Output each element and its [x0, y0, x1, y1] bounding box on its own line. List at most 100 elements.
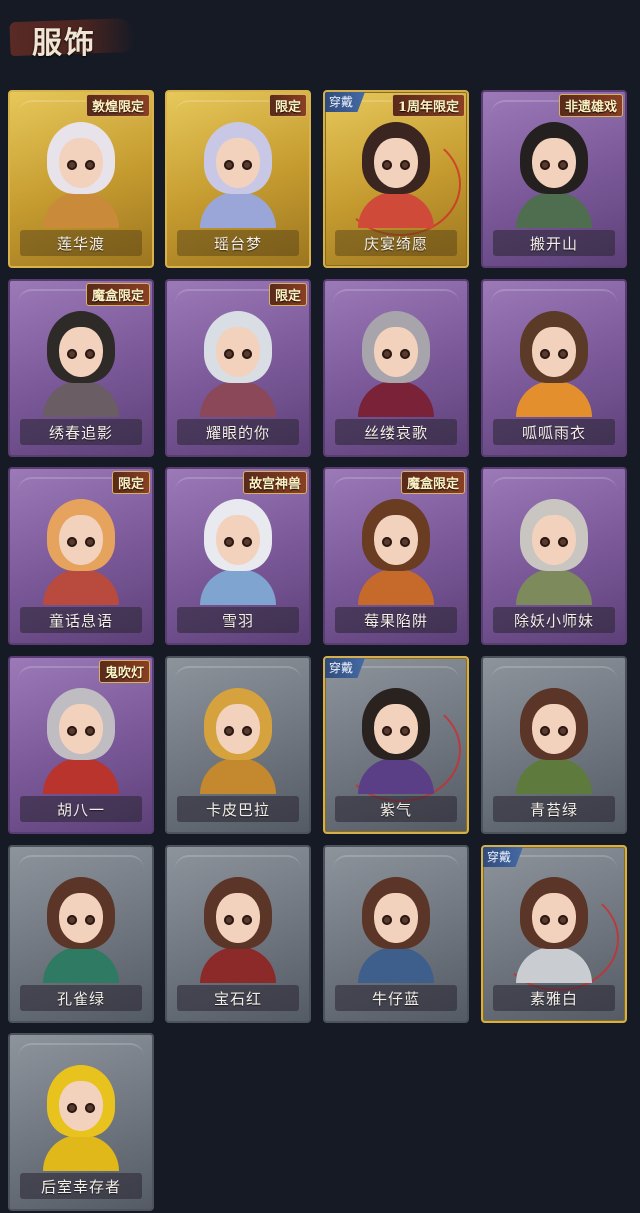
portrait-eye: [558, 726, 568, 736]
portrait-outfit: [200, 569, 276, 605]
outfit-name: 呱呱雨衣: [521, 423, 586, 442]
portrait-eye: [400, 726, 410, 736]
character-portrait: [35, 495, 127, 605]
limited-badge: 敦煌限定: [85, 94, 150, 117]
outfit-card[interactable]: 限定 瑶台梦: [165, 90, 311, 268]
portrait-eye: [67, 160, 77, 170]
outfit-name: 瑶台梦: [213, 234, 262, 253]
outfit-card[interactable]: 后室幸存者: [8, 1033, 154, 1211]
outfit-name: 紫气: [379, 800, 412, 819]
portrait-eye: [558, 160, 568, 170]
portrait-eye: [242, 160, 252, 170]
portrait-eye: [242, 349, 252, 359]
limited-badge: 限定: [268, 283, 307, 306]
outfit-name-bar: 青苔绿: [493, 796, 615, 822]
outfit-name: 搬开山: [529, 234, 578, 253]
portrait-eye: [558, 915, 568, 925]
portrait-eye: [85, 537, 95, 547]
portrait-face: [532, 138, 576, 188]
portrait-eye: [540, 537, 550, 547]
outfit-card[interactable]: 魔盒限定 莓果陷阱: [323, 467, 469, 645]
outfit-name-bar: 丝缕哀歌: [335, 419, 457, 445]
outfit-name-bar: 素雅白: [493, 985, 615, 1011]
portrait-eye: [224, 915, 234, 925]
portrait-outfit: [358, 947, 434, 983]
portrait-outfit: [516, 192, 592, 228]
outfit-card[interactable]: 穿戴 紫气: [323, 656, 469, 834]
character-portrait: [35, 307, 127, 417]
outfit-name-bar: 耀眼的你: [177, 419, 299, 445]
portrait-face: [59, 515, 103, 565]
outfit-name-bar: 宝石红: [177, 985, 299, 1011]
portrait-face: [216, 138, 260, 188]
portrait-face: [59, 704, 103, 754]
portrait-face: [59, 893, 103, 943]
portrait-eye: [242, 726, 252, 736]
outfit-card[interactable]: 宝石红: [165, 845, 311, 1023]
outfit-name-bar: 庆宴绮愿: [335, 230, 457, 256]
portrait-eye: [400, 915, 410, 925]
portrait-face: [59, 138, 103, 188]
outfit-card[interactable]: 孔雀绿: [8, 845, 154, 1023]
portrait-eye: [382, 349, 392, 359]
outfit-name: 绣春追影: [48, 423, 113, 442]
outfit-card[interactable]: 敦煌限定莲华渡: [8, 90, 154, 268]
outfit-card[interactable]: 丝缕哀歌: [323, 279, 469, 457]
outfit-card[interactable]: 魔盒限定绣春追影: [8, 279, 154, 457]
outfit-card[interactable]: 限定童话息语: [8, 467, 154, 645]
portrait-face: [59, 327, 103, 377]
limited-badge: 魔盒限定: [400, 471, 465, 494]
limited-badge: 限定: [111, 471, 150, 494]
portrait-eye: [67, 537, 77, 547]
portrait-outfit: [43, 569, 119, 605]
portrait-eye: [67, 915, 77, 925]
character-portrait: [350, 118, 442, 228]
portrait-face: [216, 893, 260, 943]
character-portrait: [350, 307, 442, 417]
portrait-outfit: [200, 192, 276, 228]
outfit-name: 童话息语: [48, 611, 113, 630]
character-portrait: [35, 873, 127, 983]
portrait-eye: [85, 349, 95, 359]
outfit-name-bar: 牛仔蓝: [335, 985, 457, 1011]
outfit-card[interactable]: 非遗雄戏 搬开山: [481, 90, 627, 268]
portrait-face: [374, 893, 418, 943]
outfit-name: 卡皮巴拉: [205, 800, 270, 819]
outfit-card[interactable]: 故宫神兽 雪羽: [165, 467, 311, 645]
outfit-card[interactable]: 1周年限定 穿戴 庆宴绮愿: [323, 90, 469, 268]
outfit-name-bar: 童话息语: [20, 607, 142, 633]
portrait-face: [532, 515, 576, 565]
limited-badge: 魔盒限定: [85, 283, 150, 306]
outfit-name-bar: 后室幸存者: [20, 1173, 142, 1199]
outfit-card[interactable]: 除妖小师妹: [481, 467, 627, 645]
outfit-card[interactable]: 青苔绿: [481, 656, 627, 834]
portrait-outfit: [358, 758, 434, 794]
character-portrait: [192, 118, 284, 228]
portrait-face: [532, 327, 576, 377]
portrait-eye: [400, 537, 410, 547]
portrait-face: [374, 704, 418, 754]
portrait-eye: [558, 537, 568, 547]
outfit-card[interactable]: 鬼吹灯 胡八一: [8, 656, 154, 834]
portrait-face: [532, 893, 576, 943]
portrait-eye: [67, 1103, 77, 1113]
portrait-eye: [558, 349, 568, 359]
portrait-outfit: [200, 381, 276, 417]
outfit-card[interactable]: 限定耀眼的你: [165, 279, 311, 457]
outfit-name-bar: 莲华渡: [20, 230, 142, 256]
outfit-grid: 敦煌限定 莲华渡 限定 瑶台梦 1周年限定 穿戴 庆宴绮愿 非遗雄戏 搬开山 魔盒限定 绣春追影 限定…: [0, 0, 640, 1213]
portrait-outfit: [200, 947, 276, 983]
outfit-card[interactable]: 牛仔蓝: [323, 845, 469, 1023]
outfit-card[interactable]: 卡皮巴拉: [165, 656, 311, 834]
outfit-name: 胡八一: [56, 800, 105, 819]
portrait-eye: [540, 726, 550, 736]
outfit-name: 孔雀绿: [56, 989, 105, 1008]
character-portrait: [192, 684, 284, 794]
portrait-eye: [224, 349, 234, 359]
outfit-card[interactable]: 穿戴 素雅白: [481, 845, 627, 1023]
portrait-eye: [382, 160, 392, 170]
portrait-outfit: [516, 947, 592, 983]
outfit-name: 宝石红: [213, 989, 262, 1008]
outfit-card[interactable]: 呱呱雨衣: [481, 279, 627, 457]
portrait-face: [216, 327, 260, 377]
